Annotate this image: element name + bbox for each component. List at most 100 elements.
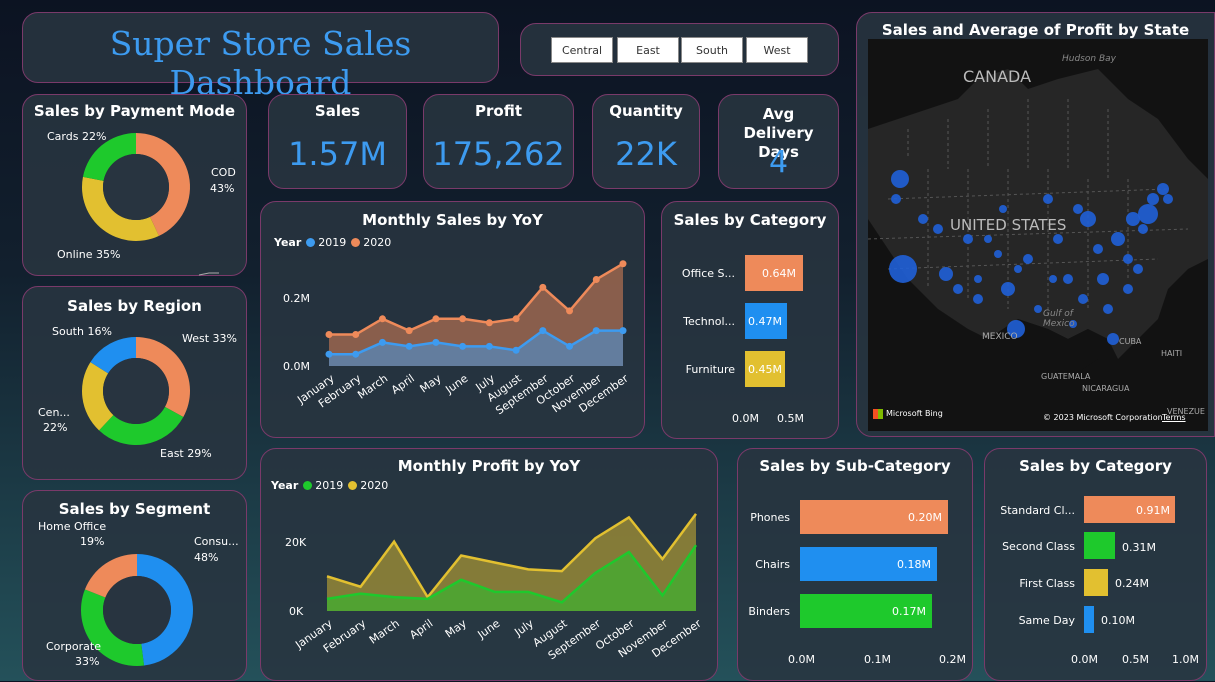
state-bubble[interactable] [1097, 273, 1109, 285]
subcategory-label: Chairs [755, 558, 790, 571]
state-bubble[interactable] [999, 205, 1007, 213]
state-bubble[interactable] [1138, 204, 1158, 224]
shipmode-bar[interactable] [1084, 606, 1094, 633]
data-point[interactable] [566, 342, 574, 350]
kpi-delivery-value: 4 [768, 145, 789, 180]
region-label-south: South 16% [52, 325, 112, 338]
shipmode-bar[interactable] [1084, 532, 1115, 559]
category-value: 0.64M [762, 267, 796, 280]
state-bubble[interactable] [1023, 254, 1033, 264]
map-label-nicaragua: NICARAGUA [1082, 384, 1130, 393]
data-point[interactable] [352, 331, 360, 339]
data-point[interactable] [432, 338, 440, 346]
map-terms-link[interactable]: Terms [1162, 413, 1186, 422]
data-point[interactable] [378, 315, 386, 323]
data-point[interactable] [512, 315, 520, 323]
data-point[interactable] [405, 342, 413, 350]
state-bubble[interactable] [1157, 183, 1169, 195]
kpi-sales: Sales 1.57M [268, 94, 407, 189]
state-bubble[interactable] [1014, 265, 1022, 273]
slicer-central[interactable]: Central [551, 37, 613, 63]
state-bubble[interactable] [1080, 211, 1096, 227]
state-bubble[interactable] [984, 235, 992, 243]
map-label-gulf: Gulf of Mexico [1043, 309, 1075, 329]
segment-label-corporate-pct: 33% [75, 655, 100, 668]
state-bubble[interactable] [974, 275, 982, 283]
map-label-mexico: MEXICO [982, 332, 1018, 342]
state-bubble[interactable] [891, 170, 909, 188]
state-bubble[interactable] [1133, 264, 1143, 274]
x-tick: 1.0M [1172, 653, 1199, 666]
payment-label-cards: Cards 22% [47, 130, 107, 143]
data-point[interactable] [592, 327, 600, 335]
data-point[interactable] [619, 260, 627, 268]
map-label-guatemala: GUATEMALA [1041, 372, 1091, 381]
map-label-haiti: HAITI [1161, 349, 1183, 358]
data-point[interactable] [539, 283, 547, 291]
state-bubble[interactable] [939, 267, 953, 281]
state-bubble[interactable] [933, 224, 943, 234]
dashboard-title: Super Store Sales Dashboard [109, 24, 412, 102]
segment-label-homeoffice: Home Office [38, 520, 107, 533]
x-tick-label: July [512, 617, 537, 640]
shipmode-value: 0.10M [1101, 614, 1135, 627]
map-visual[interactable] [868, 39, 1208, 431]
data-point[interactable] [485, 342, 493, 350]
x-tick-label: April [407, 617, 435, 642]
shipmode-card: Sales by Category Standard Cl... Second … [984, 448, 1207, 681]
slicer-south[interactable]: South [681, 37, 743, 63]
state-bubble[interactable] [1103, 304, 1113, 314]
state-bubble[interactable] [1078, 294, 1088, 304]
slicer-west[interactable]: West [746, 37, 808, 63]
state-bubble[interactable] [1111, 232, 1125, 246]
state-bubble[interactable] [1123, 284, 1133, 294]
state-bubble[interactable] [1093, 244, 1103, 254]
state-bubble[interactable] [1138, 224, 1148, 234]
category-label: Office S... [681, 267, 735, 280]
category-value: 0.47M [748, 315, 782, 328]
region-label-west: West 33% [182, 332, 237, 345]
payment-label-online: Online 35% [57, 248, 121, 261]
state-bubble[interactable] [889, 255, 917, 283]
state-bubble[interactable] [1053, 234, 1063, 244]
state-bubble[interactable] [1073, 204, 1083, 214]
state-bubble[interactable] [1123, 254, 1133, 264]
data-point[interactable] [459, 315, 467, 323]
data-point[interactable] [592, 275, 600, 283]
segment-label-corporate: Corporate [46, 640, 101, 653]
state-bubble[interactable] [963, 234, 973, 244]
state-bubble[interactable] [1107, 333, 1119, 345]
state-bubble[interactable] [891, 194, 901, 204]
data-point[interactable] [459, 342, 467, 350]
state-bubble[interactable] [1043, 194, 1053, 204]
state-bubble[interactable] [1049, 275, 1057, 283]
shipmode-bar[interactable] [1084, 569, 1108, 596]
data-point[interactable] [325, 331, 333, 339]
data-point[interactable] [325, 350, 333, 358]
state-bubble[interactable] [1163, 194, 1173, 204]
data-point[interactable] [619, 327, 627, 335]
state-bubble[interactable] [1147, 193, 1159, 205]
data-point[interactable] [432, 315, 440, 323]
category-value: 0.45M [748, 363, 782, 376]
data-point[interactable] [352, 350, 360, 358]
x-tick: 0.0M [732, 412, 759, 425]
state-bubble[interactable] [1034, 305, 1042, 313]
slicer-east[interactable]: East [617, 37, 679, 63]
data-point[interactable] [378, 338, 386, 346]
state-bubble[interactable] [1063, 274, 1073, 284]
state-bubble[interactable] [973, 294, 983, 304]
state-bubble[interactable] [994, 250, 1002, 258]
data-point[interactable] [485, 319, 493, 327]
state-bubble[interactable] [1126, 212, 1140, 226]
x-tick: 0.0M [788, 653, 815, 666]
data-point[interactable] [512, 346, 520, 354]
state-bubble[interactable] [953, 284, 963, 294]
state-bubble[interactable] [918, 214, 928, 224]
state-bubble[interactable] [1001, 282, 1015, 296]
data-point[interactable] [539, 327, 547, 335]
data-point[interactable] [566, 307, 574, 315]
payment-label-cod-pct: 43% [210, 182, 235, 195]
data-point[interactable] [405, 327, 413, 335]
shipmode-label: First Class [1019, 577, 1075, 590]
